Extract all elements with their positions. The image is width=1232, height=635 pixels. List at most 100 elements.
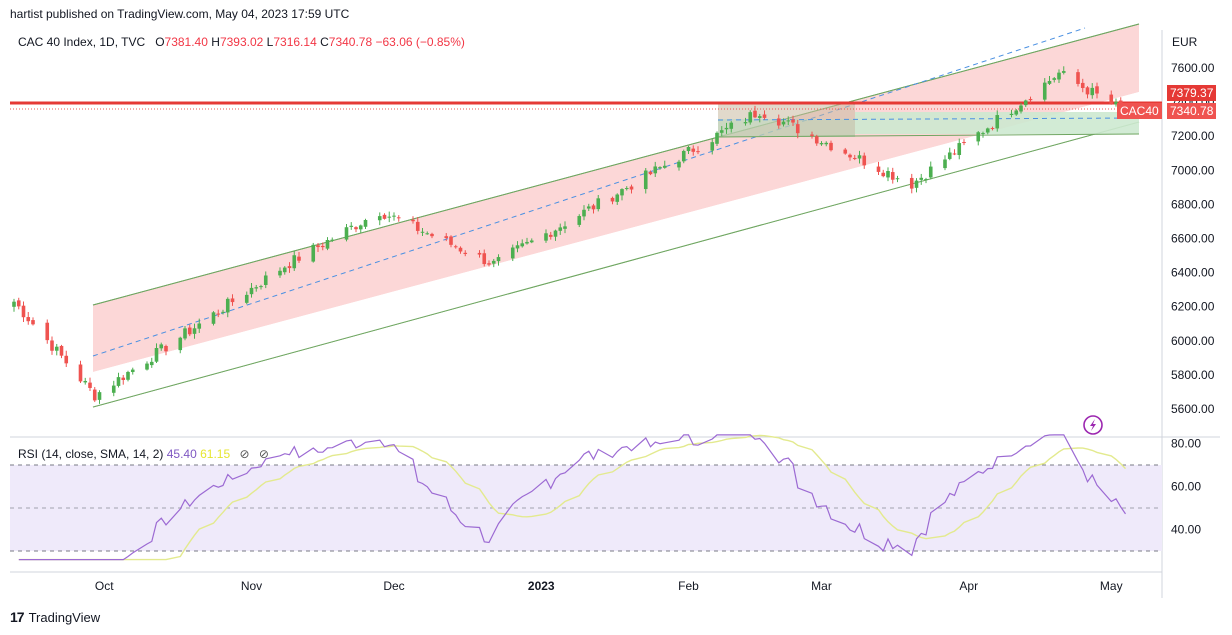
price-tick-label: 6200.00 xyxy=(1171,300,1215,314)
candle-body xyxy=(895,178,900,180)
candle-body xyxy=(330,239,335,241)
candle-body xyxy=(1085,87,1090,95)
candle-body xyxy=(192,328,197,334)
candle-body xyxy=(244,294,249,303)
candle-body xyxy=(411,219,415,222)
candle-body xyxy=(64,355,69,364)
time-tick-label: 2023 xyxy=(528,579,555,593)
candle-body xyxy=(92,389,97,401)
candle-body xyxy=(857,155,862,159)
candle-body xyxy=(786,120,791,122)
candle-body xyxy=(1095,86,1099,94)
candle-body xyxy=(990,128,995,130)
candle-body xyxy=(216,313,221,315)
candle-body xyxy=(88,382,92,388)
candle-body xyxy=(890,172,895,180)
candle-body xyxy=(525,241,529,244)
candle-body xyxy=(819,143,824,145)
last-price-tag[interactable]: 7340.78 xyxy=(1167,103,1217,119)
price-tick-label: 6400.00 xyxy=(1171,266,1215,280)
candle-body xyxy=(211,312,216,324)
rsi-value: 45.40 xyxy=(166,447,197,461)
candle-body xyxy=(415,221,420,231)
candle-body xyxy=(776,118,781,126)
symbol-price-tag[interactable]: CAC40 xyxy=(1117,103,1162,119)
candle-body xyxy=(31,320,35,325)
candle-body xyxy=(121,377,126,381)
candle-body xyxy=(487,263,491,265)
candle-body xyxy=(596,198,601,210)
candle-body xyxy=(430,233,434,237)
candle-body xyxy=(952,153,957,155)
price-tick-label: 6800.00 xyxy=(1171,197,1215,211)
rsi-legend: RSI (14, close, SMA, 14, 2) 45.40 61.15 … xyxy=(18,447,269,461)
candle-body xyxy=(1042,82,1047,100)
candle-body xyxy=(458,247,463,252)
price-tick-label: 6000.00 xyxy=(1171,334,1215,348)
price-tick-label: 5800.00 xyxy=(1171,368,1215,382)
candle-body xyxy=(164,345,168,352)
candle-body xyxy=(981,133,985,135)
level-price-tag[interactable]: 7379.37 xyxy=(1167,85,1217,101)
candle-body xyxy=(620,189,624,196)
candle-body xyxy=(477,252,482,255)
candle-body xyxy=(392,215,396,217)
candle-body xyxy=(16,300,21,307)
candle-body xyxy=(1109,94,1114,104)
candle-body xyxy=(225,298,230,313)
candle-body xyxy=(463,252,468,255)
candle-body xyxy=(178,337,183,351)
channel-mid-line[interactable] xyxy=(92,27,1086,357)
candle-body xyxy=(962,142,966,144)
candle-body xyxy=(810,134,814,136)
candle-body xyxy=(824,142,829,145)
time-tick-label: Nov xyxy=(241,579,262,593)
candle-body xyxy=(558,227,563,231)
hide-icon-2[interactable]: ⊘ xyxy=(259,447,269,461)
tradingview-logo-icon: 17 xyxy=(10,609,25,625)
candle-body xyxy=(791,119,795,123)
candle-body xyxy=(26,317,31,322)
time-axis[interactable]: Oct Nov Dec 2023 Feb Mar Apr May xyxy=(95,579,1123,593)
candle-body xyxy=(491,260,496,264)
candle-body xyxy=(12,301,16,307)
candle-body xyxy=(425,233,430,235)
candle-body xyxy=(1076,72,1080,84)
rsi-tick-label: 60.00 xyxy=(1171,480,1201,494)
candle-body xyxy=(814,136,819,144)
lightning-icon-bolt xyxy=(1090,419,1096,431)
candle-body xyxy=(762,114,767,118)
hide-icon[interactable]: ⊘ xyxy=(239,447,249,461)
candle-body xyxy=(287,266,292,269)
price-tick-label: 7600.00 xyxy=(1171,61,1215,75)
candle-body xyxy=(444,236,449,239)
candle-body xyxy=(710,142,715,151)
candle-body xyxy=(624,188,629,190)
rsi-axis[interactable]: 40.00 60.00 80.00 xyxy=(1171,437,1201,537)
candle-body xyxy=(111,385,116,393)
price-chart[interactable]: 5600.00 5800.00 6000.00 6200.00 6400.00 6600.… xyxy=(0,0,1232,635)
candle-body xyxy=(1023,100,1028,106)
candle-body xyxy=(577,216,582,225)
candle-body xyxy=(862,155,867,166)
candle-body xyxy=(1028,98,1033,101)
candle-body xyxy=(795,124,800,134)
candle-body xyxy=(145,363,149,370)
candle-body xyxy=(387,216,392,218)
candle-body xyxy=(544,233,548,241)
candle-body xyxy=(662,165,667,168)
candle-body xyxy=(914,180,919,188)
candle-body xyxy=(382,214,387,219)
time-tick-label: Mar xyxy=(811,579,832,593)
candle-body xyxy=(886,171,890,178)
rsi-label[interactable]: RSI (14, close, SMA, 14, 2) xyxy=(18,447,163,461)
candle-body xyxy=(316,245,320,248)
candle-body xyxy=(97,392,102,400)
candle-body xyxy=(586,206,591,209)
candle-body xyxy=(985,128,990,133)
candle-body xyxy=(947,152,952,159)
candle-body xyxy=(449,236,453,245)
time-tick-label: Dec xyxy=(383,579,404,593)
price-tick-label: 6600.00 xyxy=(1171,232,1215,246)
candle-body xyxy=(363,219,368,227)
